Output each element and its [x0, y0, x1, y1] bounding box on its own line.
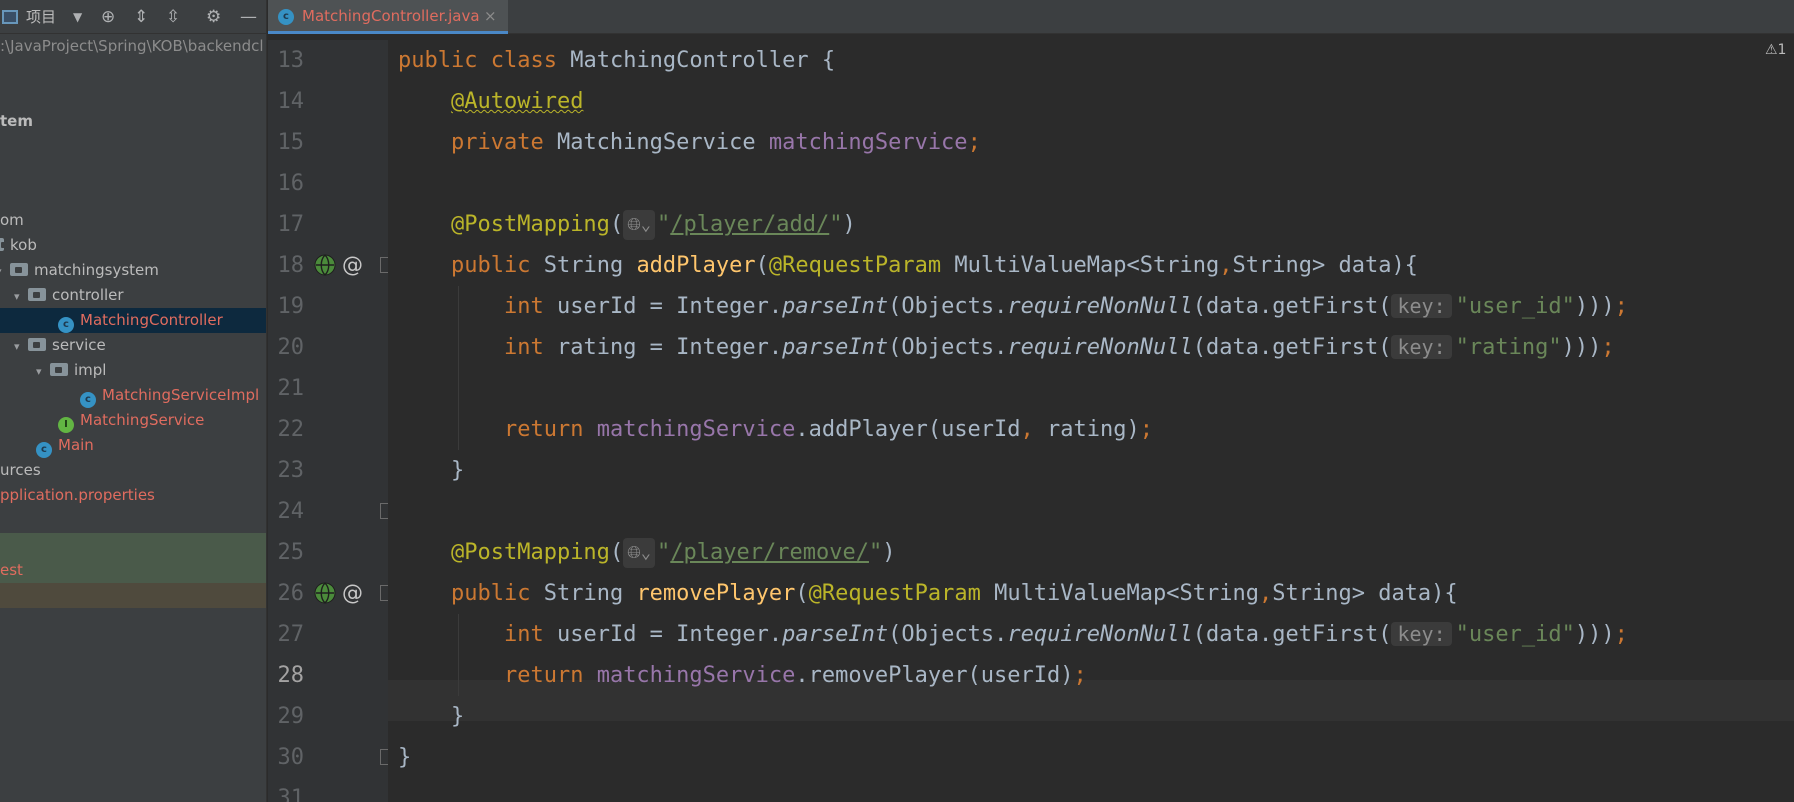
line-number: 29 [277, 704, 305, 729]
tree-item-matchingcontroller[interactable]: c MatchingController [0, 308, 266, 333]
package-icon [10, 263, 28, 276]
svg-text:@: @ [342, 253, 363, 277]
class-icon: c [36, 442, 52, 458]
line-number: 25 [277, 540, 305, 565]
code-line-27: int userId = Integer.parseInt(Objects.re… [503, 622, 1628, 647]
parameter-hint: key: [1391, 294, 1452, 318]
line-number: 21 [277, 376, 305, 401]
project-view-icon [2, 10, 18, 24]
line-number: 18 [277, 253, 305, 278]
line-number: 23 [277, 458, 305, 483]
dropdown-arrow-icon[interactable]: ▼ [73, 0, 82, 34]
line-number: 31 [277, 786, 305, 802]
line-number: 17 [277, 212, 305, 237]
warning-indicator[interactable]: ⚠1 [1765, 42, 1786, 58]
tree-item-resources[interactable]: urces [0, 458, 41, 483]
line-number: 16 [277, 171, 305, 196]
code-line-18: public String addPlayer(@RequestParam Mu… [450, 253, 1418, 278]
svg-text:@: @ [342, 581, 363, 605]
tree-item-service[interactable]: ▾ service [0, 333, 106, 358]
endpoint-link[interactable]: /player/remove/ [670, 540, 869, 565]
code-line-17: @PostMapping(🌐︎⌄ "/player/add/") [398, 204, 856, 245]
tree-item-matchingserviceimpl[interactable]: c MatchingServiceImpl [0, 383, 259, 408]
line-number: 30 [277, 745, 305, 770]
gear-icon[interactable]: ⚙ [206, 0, 221, 34]
chevron-down-icon[interactable]: ▾ [0, 259, 10, 284]
close-icon[interactable]: × [484, 0, 497, 33]
autowired-at-icon[interactable]: @ [340, 252, 366, 278]
tree-item-kob[interactable]: kob [0, 233, 37, 258]
code-line-19: int userId = Integer.parseInt(Objects.re… [503, 294, 1628, 319]
collapse-all-icon[interactable]: ⇳ [166, 0, 180, 34]
web-endpoint-icon[interactable] [313, 580, 339, 606]
package-icon [50, 363, 68, 376]
line-number: 22 [277, 417, 305, 442]
tree-item[interactable]: om [0, 208, 24, 233]
code-line-22: return matchingService.addPlayer(userId,… [503, 417, 1154, 442]
endpoint-link[interactable]: /player/add/ [670, 212, 829, 237]
code-line-28: return matchingService.removePlayer(user… [503, 663, 1087, 688]
line-number: 13 [277, 48, 305, 73]
line-number: 27 [277, 622, 305, 647]
editor-tab-bar: c MatchingController.java × [268, 0, 1794, 34]
package-icon [28, 338, 46, 351]
code-line-29: } [450, 704, 465, 729]
package-icon [28, 288, 46, 301]
project-view-title[interactable]: 项目 [26, 0, 56, 34]
web-endpoint-icon[interactable] [313, 252, 339, 278]
package-icon [0, 238, 8, 251]
tree-item-highlight-tan [0, 583, 266, 608]
code-line-30: } [398, 745, 412, 770]
tab-matchingcontroller[interactable]: c MatchingController.java × [268, 0, 508, 34]
code-line-15: private MatchingService matchingService; [450, 130, 981, 155]
class-icon: c [278, 9, 294, 25]
tab-label: MatchingController.java [302, 7, 480, 25]
line-number: 14 [277, 89, 305, 114]
code-line-14: @Autowired [450, 89, 584, 114]
chevron-down-icon[interactable]: ▾ [14, 334, 28, 359]
class-icon: c [80, 392, 96, 408]
tree-item-main[interactable]: c Main [0, 433, 94, 458]
code-line-26: public String removePlayer(@RequestParam… [450, 581, 1458, 606]
url-globe-icon[interactable]: 🌐︎⌄ [623, 538, 656, 568]
parameter-hint: key: [1391, 335, 1452, 359]
tree-item-matchingsystem[interactable]: ▾matchingsystem [0, 258, 159, 283]
tree-item-matchingservice[interactable]: I MatchingService [0, 408, 204, 433]
url-globe-icon[interactable]: 🌐︎⌄ [623, 210, 656, 240]
parameter-hint: key: [1391, 622, 1452, 646]
expand-all-icon[interactable]: ⇕ [134, 0, 148, 34]
code-line-13: public class MatchingController { [398, 48, 836, 73]
code-editor[interactable]: public class MatchingController { @Autow… [388, 40, 1794, 802]
tree-item-controller[interactable]: ▾ controller [0, 283, 124, 308]
code-line-23: } [450, 458, 465, 483]
class-icon: c [58, 317, 74, 333]
chevron-down-icon[interactable]: ▾ [36, 359, 50, 384]
tree-item-test[interactable]: est [0, 558, 266, 583]
line-number: 26 [277, 581, 305, 606]
editor-gutter: 13 14 15 16 17 18 19 20 21 22 23 24 25 2… [268, 40, 394, 802]
interface-icon: I [58, 417, 74, 433]
locate-file-icon[interactable]: ⊕ [101, 0, 115, 34]
line-number: 15 [277, 130, 305, 155]
line-number-current: 28 [277, 663, 305, 688]
autowired-at-icon[interactable]: @ [340, 580, 366, 606]
line-number: 20 [277, 335, 305, 360]
tree-item-application-properties[interactable]: pplication.properties [0, 483, 155, 508]
line-number: 24 [277, 499, 305, 524]
code-line-25: @PostMapping(🌐︎⌄ "/player/remove/") [398, 532, 895, 573]
tree-item[interactable]: tem [0, 109, 33, 134]
tree-item-impl[interactable]: ▾ impl [0, 358, 106, 383]
code-line-20: int rating = Integer.parseInt(Objects.re… [503, 335, 1615, 360]
project-path: :\JavaProject\Spring\KOB\backendcl [0, 37, 264, 55]
project-toolbar: 项目 ▼ ⊕ ⇕ ⇳ ⚙ — [0, 0, 266, 34]
minimize-icon[interactable]: — [240, 0, 257, 34]
project-panel: 项目 ▼ ⊕ ⇕ ⇳ ⚙ — :\JavaProject\Spring\KOB\… [0, 0, 267, 802]
line-number: 19 [277, 294, 305, 319]
chevron-down-icon[interactable]: ▾ [14, 284, 28, 309]
